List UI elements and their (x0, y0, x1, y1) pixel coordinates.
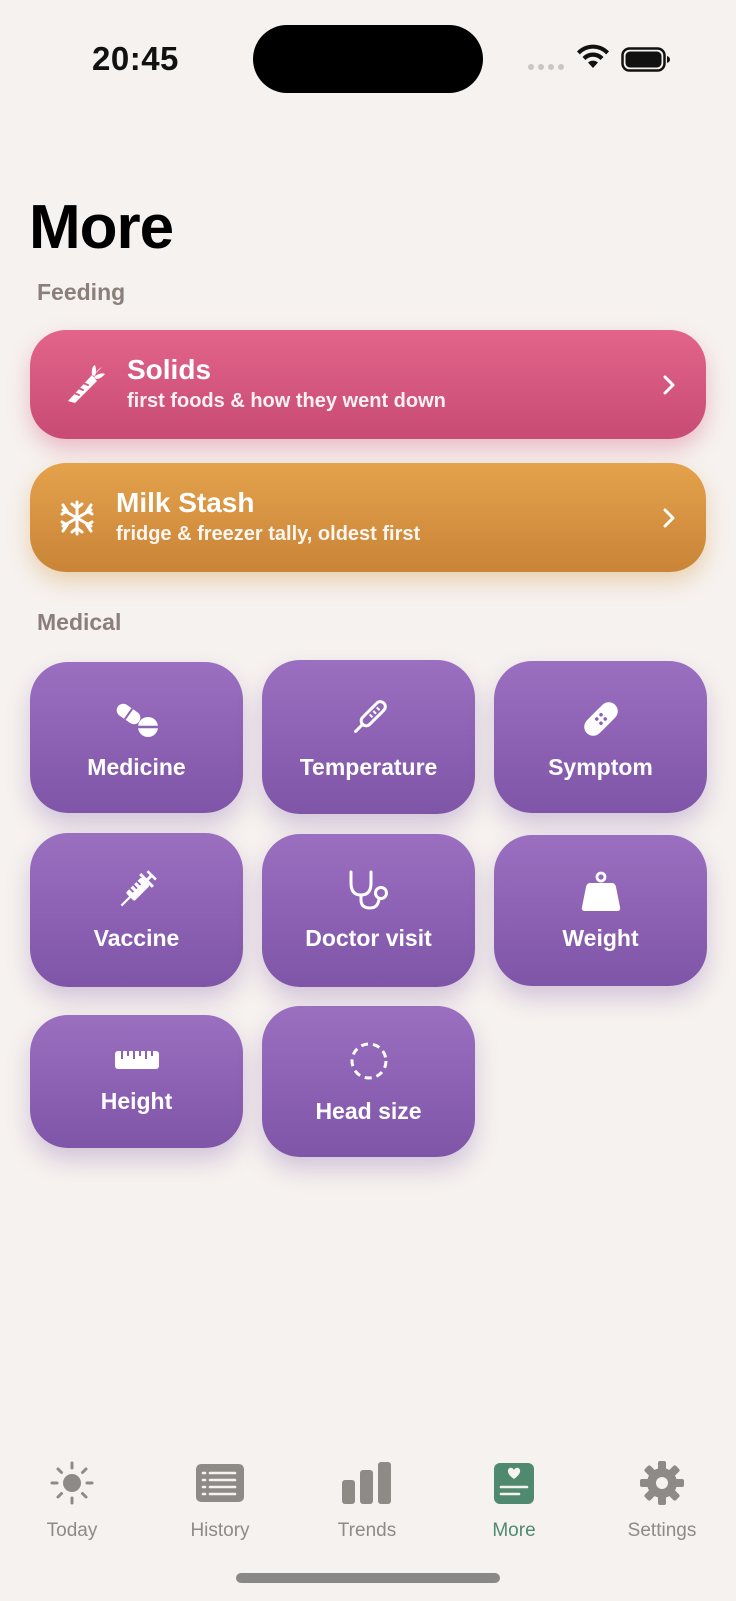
solids-title: Solids (127, 354, 212, 385)
tab-label: History (190, 1520, 250, 1541)
height-tile[interactable]: Height (30, 1015, 243, 1148)
head-size-tile[interactable]: Head size (262, 1006, 475, 1157)
page-title: More (29, 193, 174, 262)
head-size-label: Head size (315, 1098, 422, 1124)
milk-stash-card[interactable]: Milk Stash fridge & freezer tally, oldes… (30, 463, 706, 572)
vaccine-tile[interactable]: Vaccine (30, 833, 243, 987)
tab-more[interactable]: More (459, 1460, 569, 1542)
weight-tile[interactable]: Weight (494, 835, 707, 986)
tab-label: Settings (627, 1520, 697, 1541)
scale-weight-icon (581, 871, 620, 911)
cellular-signal-icon (528, 64, 564, 70)
milk-stash-title: Milk Stash (116, 487, 255, 518)
weight-label: Weight (562, 925, 639, 951)
height-label: Height (100, 1088, 173, 1114)
temperature-tile[interactable]: Temperature (262, 660, 475, 814)
dashed-circle-icon (350, 1042, 387, 1080)
feeding-section-header: Feeding (37, 279, 126, 305)
tab-settings[interactable]: Settings (607, 1460, 717, 1542)
tab-label: Trends (337, 1520, 397, 1541)
health-card-icon (494, 1463, 534, 1504)
temperature-label: Temperature (299, 754, 438, 780)
medicine-label: Medicine (87, 754, 186, 780)
battery-icon (621, 47, 670, 72)
medical-section-header: Medical (37, 609, 122, 635)
solids-card[interactable]: Solids first foods & how they went down (30, 330, 706, 439)
syringe-icon (120, 870, 157, 907)
bandage-icon (583, 702, 618, 736)
chevron-right-icon (663, 508, 675, 527)
thermometer-icon (353, 700, 387, 733)
tab-today[interactable]: Today (17, 1460, 127, 1542)
symptom-tile[interactable]: Symptom (494, 661, 707, 813)
sun-icon (50, 1461, 94, 1505)
pills-icon (116, 703, 158, 737)
doctor-visit-label: Doctor visit (305, 925, 432, 951)
solids-subtitle: first foods & how they went down (127, 390, 446, 412)
tab-trends[interactable]: Trends (312, 1460, 422, 1542)
list-icon (196, 1464, 244, 1502)
doctor-visit-tile[interactable]: Doctor visit (262, 834, 475, 987)
vaccine-label: Vaccine (93, 925, 180, 951)
wifi-icon (577, 44, 609, 68)
snowflake-icon (60, 500, 94, 535)
dynamic-island (253, 25, 483, 93)
chevron-right-icon (663, 375, 675, 394)
gear-icon (640, 1461, 684, 1505)
carrot-icon (68, 364, 105, 403)
medicine-tile[interactable]: Medicine (30, 662, 243, 813)
symptom-label: Symptom (548, 754, 653, 780)
status-time: 20:45 (92, 40, 179, 77)
bar-chart-icon (342, 1462, 391, 1504)
stethoscope-icon (349, 870, 388, 910)
tab-label: Today (46, 1520, 98, 1541)
home-indicator[interactable] (236, 1573, 500, 1583)
tab-label: More (492, 1520, 536, 1541)
tab-history[interactable]: History (165, 1460, 275, 1542)
ruler-icon (114, 1051, 159, 1069)
milk-stash-subtitle: fridge & freezer tally, oldest first (116, 523, 421, 545)
